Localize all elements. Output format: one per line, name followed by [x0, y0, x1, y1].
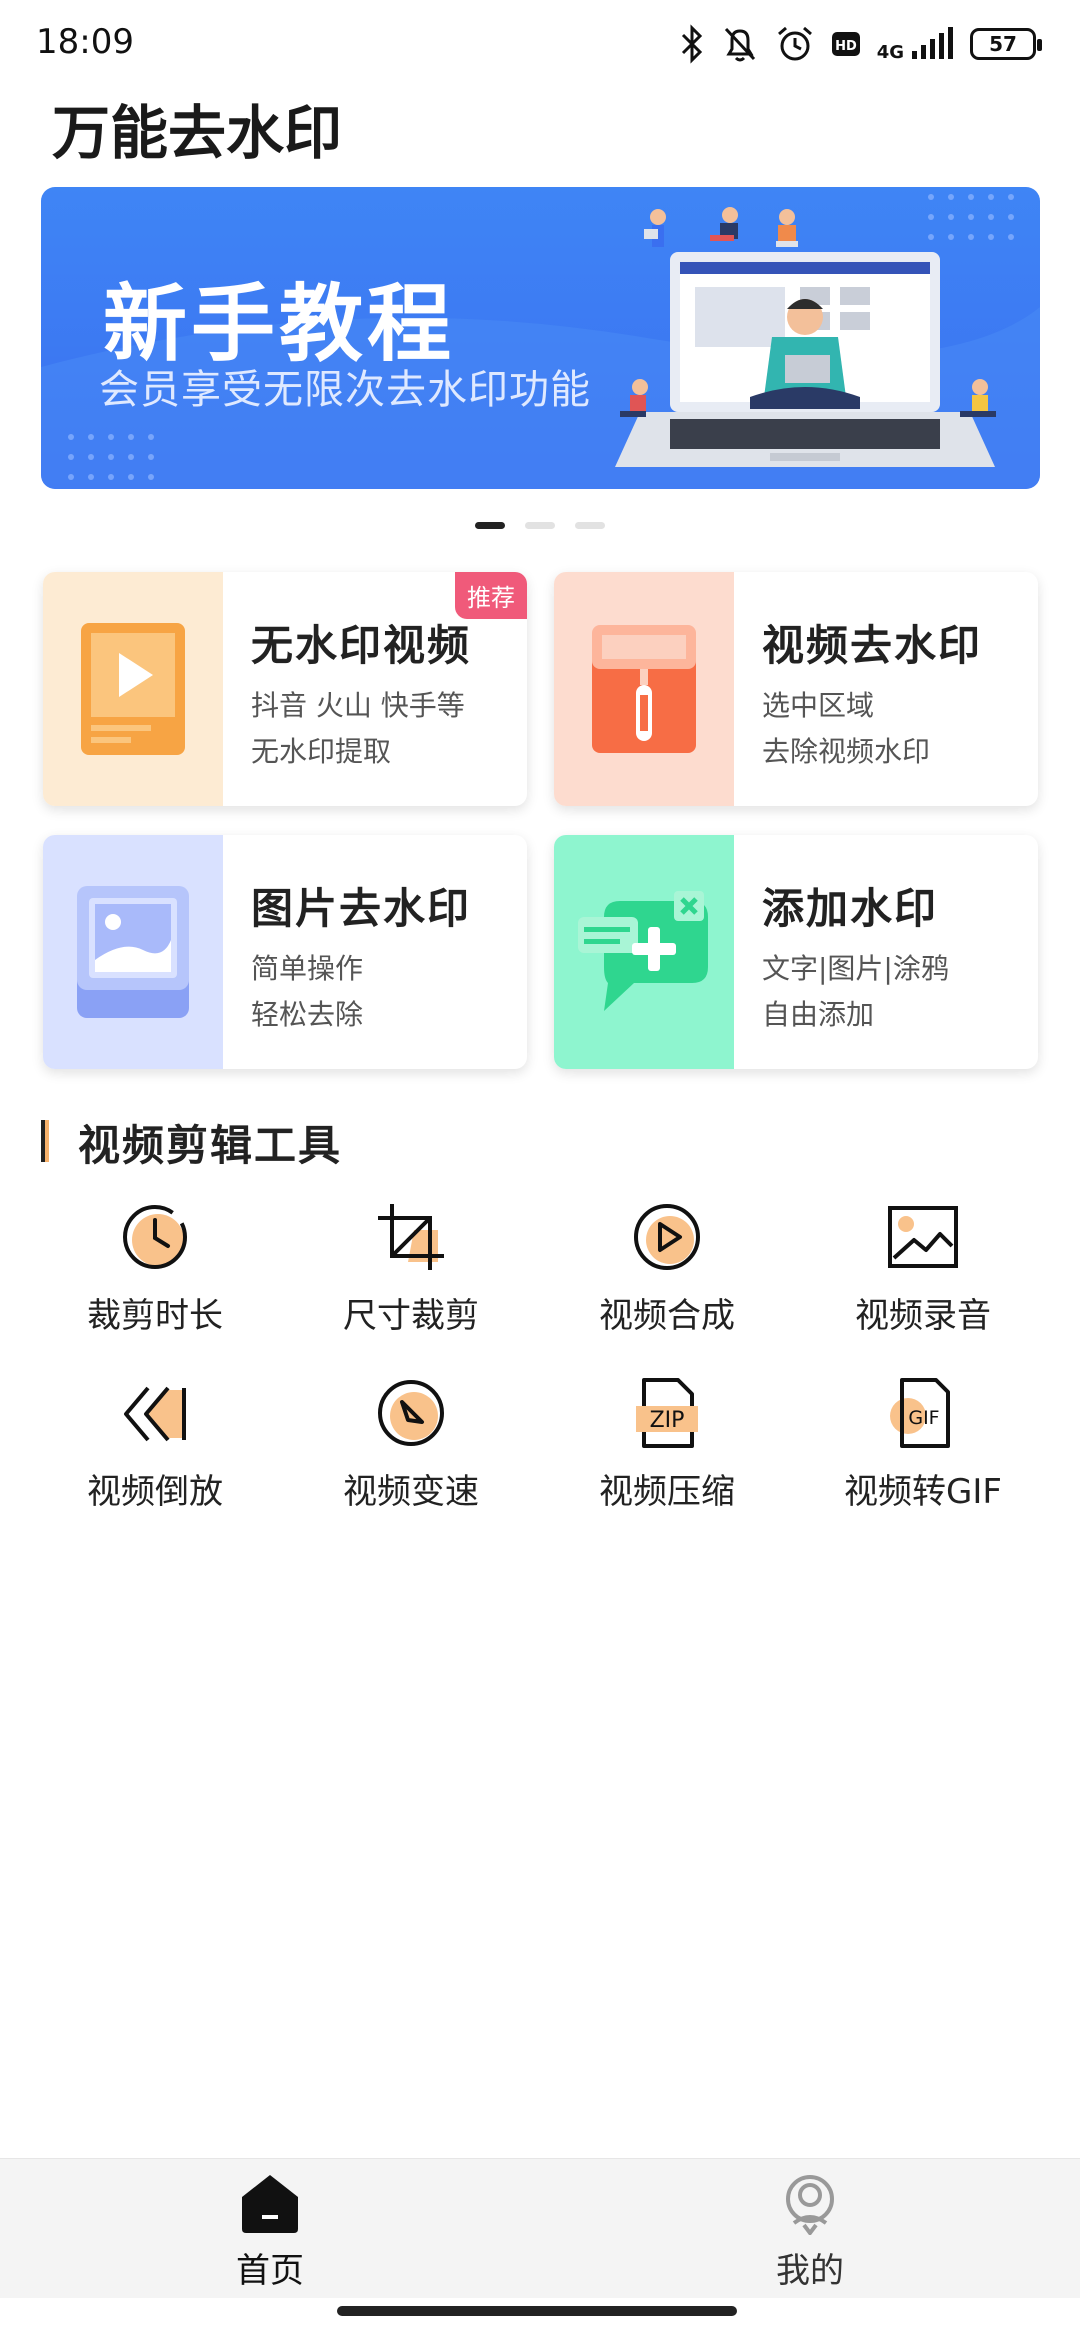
card-desc-line1: 文字|图片|涂鸦: [762, 952, 949, 985]
tool-video-merge[interactable]: 视频合成: [539, 1200, 795, 1337]
network-type: 4G: [876, 42, 904, 63]
tool-video-compress[interactable]: ZIP 视频压缩: [539, 1376, 795, 1513]
card-icon-background: [43, 572, 223, 806]
feature-card-add-watermark[interactable]: 添加水印 文字|图片|涂鸦 自由添加: [554, 835, 1038, 1069]
zip-file-icon: ZIP: [636, 1378, 698, 1448]
laptop-illustration: [615, 207, 996, 467]
alarm-icon: [777, 26, 812, 61]
tool-video-record-audio[interactable]: 视频录音: [795, 1200, 1051, 1337]
status-bar: 18:09 HD 4G 57: [0, 0, 1080, 88]
signal-indicator: 4G: [876, 27, 954, 63]
page-title: 万能去水印: [52, 99, 343, 167]
rewind-icon: [124, 1386, 186, 1442]
feature-card-video-remove-watermark[interactable]: 视频去水印 选中区域 去除视频水印: [554, 572, 1038, 806]
recommend-badge: 推荐: [455, 572, 527, 619]
gif-file-icon: GIF: [890, 1378, 950, 1448]
svg-text:HD: HD: [835, 39, 857, 54]
hd-icon: HD: [831, 32, 860, 56]
card-icon-background: [43, 835, 223, 1069]
card-desc-line1: 选中区域: [762, 689, 875, 722]
battery-indicator: 57: [970, 28, 1042, 60]
feature-card-watermark-free-video[interactable]: 无水印视频 抖音 火山 快手等 无水印提取 推荐: [43, 572, 527, 806]
card-desc-line2: 去除视频水印: [762, 735, 931, 768]
paint-roller-icon: [592, 625, 696, 753]
nav-label: 首页: [236, 2251, 304, 2291]
svg-text:GIF: GIF: [908, 1407, 939, 1429]
card-desc-line1: 简单操作: [251, 952, 364, 985]
home-indicator[interactable]: [337, 2306, 737, 2316]
tool-label: 尺寸裁剪: [343, 1296, 479, 1336]
video-doc-icon: [81, 623, 185, 755]
tool-video-to-gif[interactable]: GIF 视频转GIF: [795, 1376, 1051, 1513]
banner-pager: [0, 522, 1080, 529]
tool-label: 裁剪时长: [87, 1296, 223, 1336]
tool-trim-duration[interactable]: 裁剪时长: [27, 1200, 283, 1337]
banner-subtitle: 会员享受无限次去水印功能: [99, 367, 591, 413]
card-title: 图片去水印: [251, 884, 472, 933]
section-accent-bar: [41, 1120, 49, 1162]
pager-dot-3[interactable]: [575, 522, 605, 529]
nav-item-mine[interactable]: 我的: [710, 2171, 910, 2292]
bell-muted-icon: [724, 27, 755, 62]
card-title: 无水印视频: [251, 621, 472, 670]
card-icon-background: [554, 572, 734, 806]
card-title: 添加水印: [762, 884, 939, 933]
clock-icon: [123, 1205, 187, 1269]
tutorial-banner[interactable]: 新手教程 会员享受无限次去水印功能: [41, 187, 1040, 489]
status-icons: HD 4G 57: [679, 20, 1042, 68]
tool-size-crop[interactable]: 尺寸裁剪: [283, 1200, 539, 1337]
card-title: 视频去水印: [762, 621, 983, 670]
signal-icon: [912, 27, 953, 59]
tool-video-speed[interactable]: 视频变速: [283, 1376, 539, 1513]
tool-label: 视频倒放: [87, 1472, 223, 1512]
card-icon-background: [554, 835, 734, 1069]
card-desc-line1: 抖音 火山 快手等: [251, 689, 465, 722]
nav-label: 我的: [776, 2251, 844, 2291]
profile-icon: [786, 2175, 834, 2235]
chat-plus-icon: [578, 891, 708, 1011]
crop-icon: [378, 1204, 444, 1270]
pager-dot-2[interactable]: [525, 522, 555, 529]
nav-item-home[interactable]: 首页: [170, 2171, 370, 2292]
card-desc-line2: 无水印提取: [251, 735, 392, 768]
bottom-nav: 首页 我的: [0, 2158, 1080, 2298]
home-icon: [242, 2175, 298, 2233]
tool-label: 视频录音: [855, 1296, 991, 1336]
status-time: 18:09: [36, 22, 134, 62]
image-frame-icon: [77, 886, 189, 1018]
picture-icon: [888, 1206, 958, 1268]
svg-text:ZIP: ZIP: [650, 1408, 685, 1433]
tool-label: 视频合成: [599, 1296, 735, 1336]
section-title: 视频剪辑工具: [78, 1121, 343, 1170]
play-circle-icon: [634, 1204, 700, 1270]
bluetooth-icon: [681, 24, 702, 64]
compass-icon: [378, 1380, 444, 1446]
app-screen: 18:09 HD 4G 57 万能去水印 新手教程 会员享受无限次去水印功能 无…: [0, 0, 1080, 2340]
pager-dot-1[interactable]: [475, 522, 505, 529]
tool-label: 视频转GIF: [844, 1472, 1002, 1512]
tool-label: 视频压缩: [599, 1472, 735, 1512]
card-desc-line2: 轻松去除: [251, 998, 364, 1031]
card-desc-line2: 自由添加: [762, 998, 875, 1031]
tool-video-reverse[interactable]: 视频倒放: [27, 1376, 283, 1513]
tool-label: 视频变速: [343, 1472, 479, 1512]
feature-card-image-remove-watermark[interactable]: 图片去水印 简单操作 轻松去除: [43, 835, 527, 1069]
